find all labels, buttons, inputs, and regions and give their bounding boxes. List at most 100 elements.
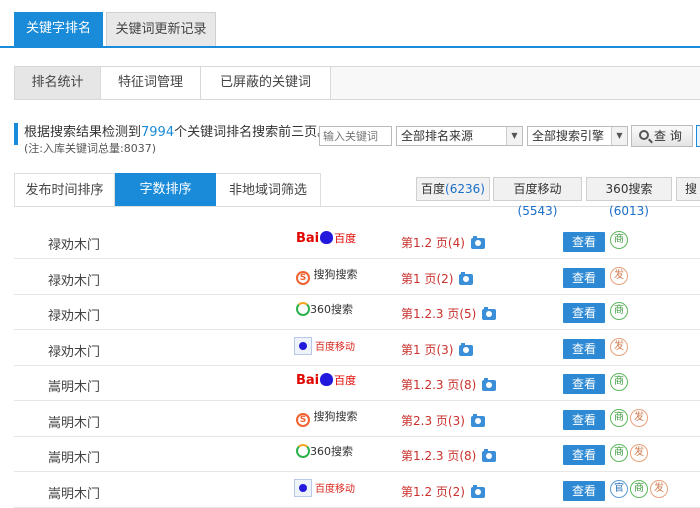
- rank-text: 第1.2.3 页(5): [401, 307, 477, 321]
- logo-text: 百度: [334, 232, 357, 245]
- top-tab-bar: 关键字排名 关键词更新记录: [0, 0, 700, 48]
- ranking-source-value: 全部排名来源: [401, 129, 474, 143]
- rank-cell: 第1.2 页(4): [401, 234, 485, 251]
- keyword-cell: 嵩明木门: [48, 380, 101, 395]
- badge-group: 发: [610, 337, 630, 360]
- camera-icon[interactable]: [482, 307, 497, 320]
- tab-filter-non-region[interactable]: 非地域词筛选: [216, 173, 321, 206]
- search-engine-value: 全部搜索引擎: [532, 129, 605, 143]
- baidu-mobile-logo: 百度移动: [294, 336, 355, 359]
- logo-text: 百度移动: [315, 483, 355, 495]
- keyword-search-input[interactable]: [319, 126, 392, 146]
- logo-text: 360搜索: [310, 445, 353, 458]
- query-button-label: 查 询: [654, 129, 682, 143]
- source-button-baidu-mobile[interactable]: 百度移动 (5543): [493, 177, 582, 218]
- paw-icon: [320, 231, 334, 244]
- sogou-logo: S 搜狗搜索: [296, 266, 358, 288]
- logo-text: 360搜索: [310, 303, 353, 316]
- status-badge: 发: [630, 408, 648, 427]
- badge-group: 商: [610, 302, 630, 324]
- status-badge: 商: [610, 231, 628, 249]
- camera-icon[interactable]: [459, 271, 474, 285]
- source-button-360[interactable]: 360搜索 (6013): [586, 177, 672, 218]
- keyword-cell: 嵩明木门: [48, 451, 101, 466]
- badge-group: 商: [610, 373, 630, 395]
- paw-icon: [320, 373, 334, 386]
- search-icon: [639, 130, 649, 140]
- camera-icon[interactable]: [482, 378, 497, 391]
- source-button-baidu[interactable]: 百度(6236): [416, 177, 490, 201]
- rank-cell: 第1.2.3 页(8): [401, 447, 497, 464]
- table-row: 嵩明木门 360搜索 第1.2.3 页(8) 查看商发: [14, 437, 700, 472]
- tab-ranking-stats[interactable]: 排名统计: [15, 67, 101, 99]
- chevron-down-icon: ▼: [611, 127, 627, 145]
- status-badge: 发: [650, 479, 668, 498]
- export-button[interactable]: [696, 125, 700, 147]
- rank-text: 第1.2 页(2): [401, 484, 465, 499]
- tab-sort-publish-time[interactable]: 发布时间排序: [14, 173, 115, 206]
- sub-tab-bar: 排名统计 特征词管理 已屏蔽的关键词: [14, 66, 700, 100]
- table-row: 嵩明木门 S 搜狗搜索 第2.3 页(3) 查看商发: [14, 402, 700, 437]
- camera-icon[interactable]: [470, 484, 485, 498]
- ranking-source-select[interactable]: 全部排名来源 ▼: [396, 126, 523, 146]
- camera-icon[interactable]: [482, 449, 497, 462]
- tab-blocked-keywords[interactable]: 已屏蔽的关键词: [201, 67, 331, 99]
- table-row: 嵩明木门 Bai 百度 第1.2.3 页(8) 查看商: [14, 366, 700, 401]
- badge-group: 官商发: [610, 479, 670, 502]
- sogou-icon: S: [296, 270, 310, 285]
- view-button[interactable]: 查看: [563, 445, 605, 465]
- rank-cell: 第1 页(2): [401, 270, 474, 287]
- summary-text: 根据搜索结果检测到7994个关键词排名搜索前三页。: [24, 121, 330, 140]
- status-badge: 官: [610, 479, 628, 498]
- paw-icon: [294, 336, 312, 355]
- view-button[interactable]: 查看: [563, 303, 605, 323]
- keyword-count: 7994: [141, 125, 175, 140]
- view-button[interactable]: 查看: [563, 409, 605, 430]
- badge-group: 商发: [610, 444, 650, 466]
- tab-keyword-ranking[interactable]: 关键字排名: [14, 12, 103, 46]
- ring-icon: [296, 302, 310, 316]
- status-badge: 发: [610, 266, 628, 285]
- camera-icon[interactable]: [459, 342, 474, 356]
- source-name: 360搜索: [605, 182, 653, 196]
- source-count: (6236): [445, 182, 485, 196]
- baidu-logo: Bai 百度: [296, 230, 356, 252]
- view-button[interactable]: 查看: [563, 232, 605, 252]
- search-engine-select[interactable]: 全部搜索引擎 ▼: [527, 126, 628, 146]
- tab-feature-words[interactable]: 特征词管理: [101, 67, 201, 99]
- status-badge: 商: [610, 373, 628, 391]
- query-button[interactable]: 查 询: [631, 125, 693, 147]
- source-button-sogou[interactable]: 搜: [676, 177, 700, 201]
- baidu-mobile-logo: 百度移动: [294, 478, 355, 501]
- logo-text: 搜狗搜索: [313, 267, 358, 281]
- view-button[interactable]: 查看: [563, 267, 605, 288]
- summary-prefix: 根据搜索结果检测到: [24, 125, 142, 140]
- logo-text: Bai: [296, 231, 320, 246]
- so360-logo: 360搜索: [296, 301, 353, 323]
- view-button[interactable]: 查看: [563, 374, 605, 394]
- status-badge: 发: [610, 337, 628, 356]
- rank-text: 第1.2 页(4): [401, 236, 465, 250]
- tab-keyword-update-log[interactable]: 关键词更新记录: [106, 12, 216, 46]
- badge-group: 商: [610, 231, 630, 253]
- view-button[interactable]: 查看: [563, 480, 605, 501]
- rank-cell: 第2.3 页(3): [401, 412, 485, 429]
- status-badge: 商: [610, 444, 628, 462]
- camera-icon[interactable]: [470, 413, 485, 427]
- sogou-icon: S: [296, 412, 310, 427]
- status-badge: 商: [610, 408, 628, 427]
- source-name: 百度: [421, 182, 446, 196]
- keyword-cell: 禄劝木门: [48, 273, 101, 289]
- view-button[interactable]: 查看: [563, 338, 605, 359]
- table-row: 禄劝木门 Bai 百度 第1.2 页(4) 查看商: [14, 224, 700, 259]
- summary-suffix: 个关键词排名搜索前三页。: [174, 125, 331, 140]
- tab-sort-word-count[interactable]: 字数排序: [115, 173, 216, 206]
- camera-icon[interactable]: [470, 236, 485, 249]
- badge-group: 发: [610, 266, 630, 289]
- keyword-cell: 嵩明木门: [48, 415, 101, 431]
- rank-text: 第1 页(3): [401, 342, 454, 357]
- logo-text: 搜狗搜索: [313, 409, 358, 423]
- rank-text: 第2.3 页(3): [401, 413, 465, 428]
- table-row: 嵩明木门 百度移动 第1.2 页(2) 查看官商发: [14, 473, 700, 508]
- rank-cell: 第1.2 页(2): [401, 483, 485, 500]
